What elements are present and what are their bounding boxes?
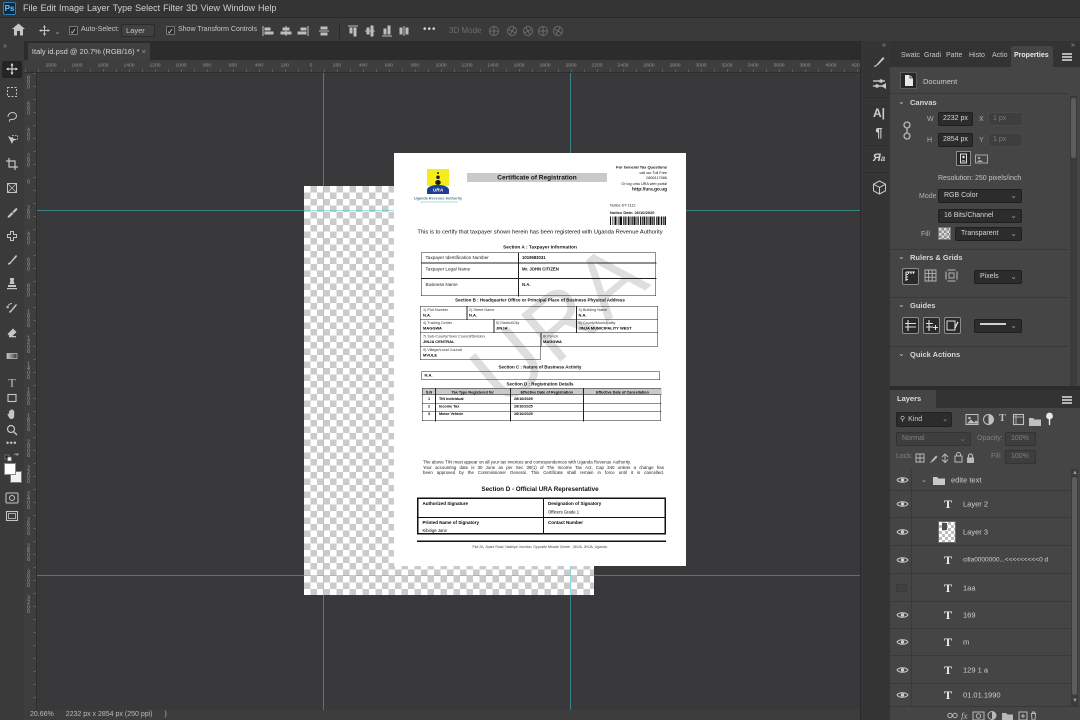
svg-text:T: T	[8, 376, 16, 388]
svg-text:fx: fx	[961, 711, 968, 720]
